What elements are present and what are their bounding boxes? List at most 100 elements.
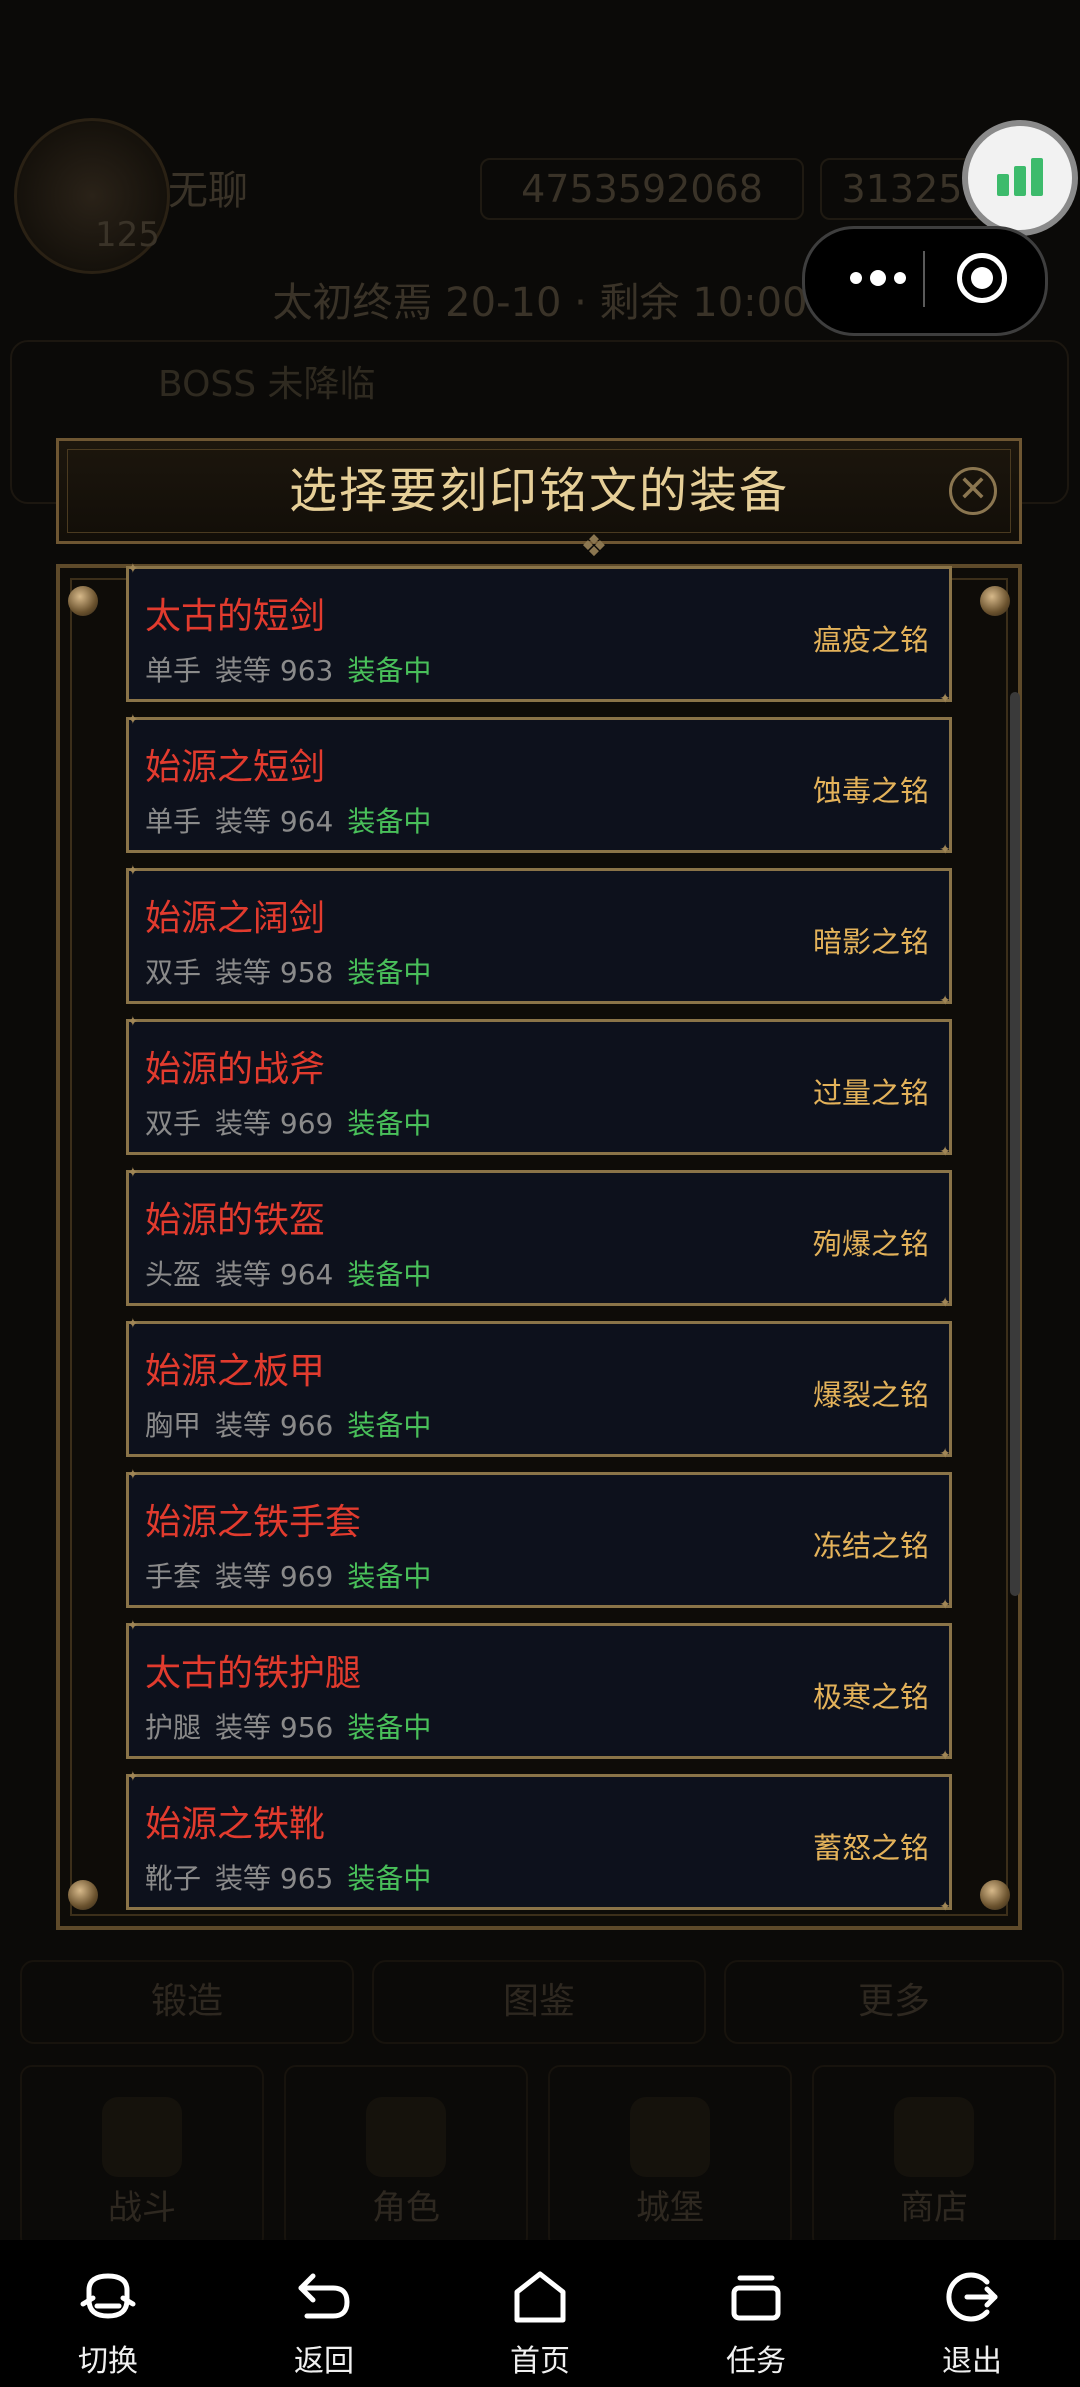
item-name: 太古的铁护腿: [145, 1653, 362, 1694]
home-icon: [514, 2271, 566, 2323]
equipped-badge: 装备中: [347, 1711, 432, 1744]
codex-button: 图鉴: [372, 1960, 706, 2044]
tab-character: 角色: [284, 2065, 528, 2249]
item-level: 装等 964: [215, 805, 334, 838]
signal-bar: [1014, 166, 1026, 196]
item-name: 始源的战斧: [145, 1049, 326, 1090]
item-slot: 双手: [145, 956, 202, 989]
item-rune: 过量之铭: [812, 1076, 929, 1110]
item-rune: 暗影之铭: [812, 925, 929, 959]
rivet-icon: [68, 586, 98, 616]
item-name: 始源之短剑: [145, 747, 326, 788]
equipped-badge: 装备中: [347, 1560, 432, 1593]
tasks-icon: [731, 2275, 781, 2321]
castle-icon: [630, 2097, 710, 2177]
nav-label: 切换: [78, 2344, 138, 2379]
item-rune: 冻结之铭: [812, 1529, 929, 1563]
battle-icon: [102, 2097, 182, 2177]
shop-icon: [894, 2097, 974, 2177]
nav-tasks-button[interactable]: 任务: [648, 2240, 864, 2387]
item-level: 装等 964: [215, 1258, 334, 1291]
tab-label: 角色: [372, 2188, 440, 2228]
equipped-badge: 装备中: [347, 805, 432, 838]
item-level: 装等 966: [215, 1409, 334, 1442]
rivet-icon: [68, 1880, 98, 1910]
capsule-divider: [923, 251, 925, 307]
list-scrollbar[interactable]: [1010, 692, 1020, 1596]
nav-back-button[interactable]: 返回: [216, 2240, 432, 2387]
item-rune: 极寒之铭: [812, 1680, 929, 1714]
equipped-badge: 装备中: [347, 956, 432, 989]
item-rune: 蚀毒之铭: [812, 774, 929, 808]
player-name: 无聊: [168, 168, 248, 214]
item-slot: 护腿: [145, 1711, 202, 1744]
close-miniprogram-icon[interactable]: [957, 253, 1007, 303]
item-rune: 蓄怒之铭: [812, 1831, 929, 1865]
nav-home-button[interactable]: 首页: [432, 2240, 648, 2387]
miniprogram-capsule: [802, 226, 1048, 336]
item-slot: 胸甲: [145, 1409, 202, 1442]
item-slot: 靴子: [145, 1862, 202, 1895]
item-level: 装等 969: [215, 1560, 334, 1593]
gem-counter: 31325: [820, 158, 984, 220]
item-level: 装等 963: [215, 654, 334, 687]
close-icon[interactable]: ✕: [949, 467, 997, 515]
switch-icon: [80, 2273, 136, 2319]
rivet-icon: [980, 1880, 1010, 1910]
equipment-item[interactable]: 始源的战斧 双手装等 969 装备中 过量之铭: [126, 1014, 952, 1160]
item-slot: 手套: [145, 1560, 202, 1593]
tab-label: 城堡: [636, 2188, 704, 2228]
equipment-item[interactable]: 始源之铁手套 手套装等 969 装备中 冻结之铭: [126, 1467, 952, 1613]
item-details: 头盔 装等 964 装备中: [145, 1253, 431, 1293]
back-icon: [298, 2273, 350, 2319]
more-button: 更多: [724, 1960, 1064, 2044]
performance-float-button[interactable]: [962, 120, 1078, 236]
player-level: 125: [95, 215, 160, 255]
nav-label: 任务: [726, 2344, 786, 2379]
item-level: 装等 958: [215, 956, 334, 989]
nav-switch-button[interactable]: 切换: [0, 2240, 216, 2387]
signal-bar: [1031, 158, 1043, 196]
equipment-item[interactable]: 始源之短剑 单手装等 964 装备中 蚀毒之铭: [126, 712, 952, 858]
item-details: 单手 装等 963 装备中: [145, 649, 431, 689]
character-icon: [366, 2097, 446, 2177]
nav-label: 退出: [942, 2344, 1002, 2379]
item-name: 始源之板甲: [145, 1351, 326, 1392]
item-slot: 头盔: [145, 1258, 202, 1291]
item-name: 始源之阔剑: [145, 898, 326, 939]
item-name: 始源之铁靴: [145, 1804, 326, 1845]
item-name: 始源的铁盔: [145, 1200, 326, 1241]
item-details: 胸甲 装等 966 装备中: [145, 1404, 431, 1444]
signal-bar: [997, 174, 1009, 196]
item-level: 装等 969: [215, 1107, 334, 1140]
equipped-badge: 装备中: [347, 1862, 432, 1895]
more-options-icon[interactable]: [833, 251, 923, 305]
equipped-badge: 装备中: [347, 1409, 432, 1442]
nav-label: 首页: [510, 2344, 570, 2379]
equipment-item[interactable]: 始源的铁盔 头盔装等 964 装备中 殉爆之铭: [126, 1165, 952, 1311]
nav-exit-button[interactable]: 退出: [864, 2240, 1080, 2387]
equipment-item[interactable]: 始源之阔剑 双手装等 958 装备中 暗影之铭: [126, 863, 952, 1009]
item-level: 装等 965: [215, 1862, 334, 1895]
gold-counter: 4753592068: [480, 158, 804, 220]
item-rune: 瘟疫之铭: [812, 623, 929, 657]
bottom-nav: 切换 返回 首页 任务 退出: [0, 2240, 1080, 2387]
equipment-item[interactable]: 太古的铁护腿 护腿装等 956 装备中 极寒之铭: [126, 1618, 952, 1764]
equipped-badge: 装备中: [347, 1258, 432, 1291]
equipment-item[interactable]: 太古的短剑 单手装等 963 装备中 瘟疫之铭: [126, 561, 952, 707]
equipment-item[interactable]: 始源之铁靴 靴子装等 965 装备中 蓄怒之铭: [126, 1769, 952, 1915]
rivet-icon: [980, 586, 1010, 616]
equipped-badge: 装备中: [347, 654, 432, 687]
tab-label: 商店: [900, 2188, 968, 2228]
item-level: 装等 956: [215, 1711, 334, 1744]
modal-title: 选择要刻印铭文的装备: [288, 463, 789, 519]
ornament-icon: ❖: [580, 529, 608, 564]
nav-label: 返回: [294, 2344, 354, 2379]
item-details: 双手 装等 969 装备中: [145, 1102, 431, 1142]
item-name: 始源之铁手套: [145, 1502, 362, 1543]
tab-label: 战斗: [108, 2188, 176, 2228]
equipment-item[interactable]: 始源之板甲 胸甲装等 966 装备中 爆裂之铭: [126, 1316, 952, 1462]
item-details: 双手 装等 958 装备中: [145, 951, 431, 991]
item-slot: 单手: [145, 654, 202, 687]
item-details: 靴子 装等 965 装备中: [145, 1857, 431, 1897]
